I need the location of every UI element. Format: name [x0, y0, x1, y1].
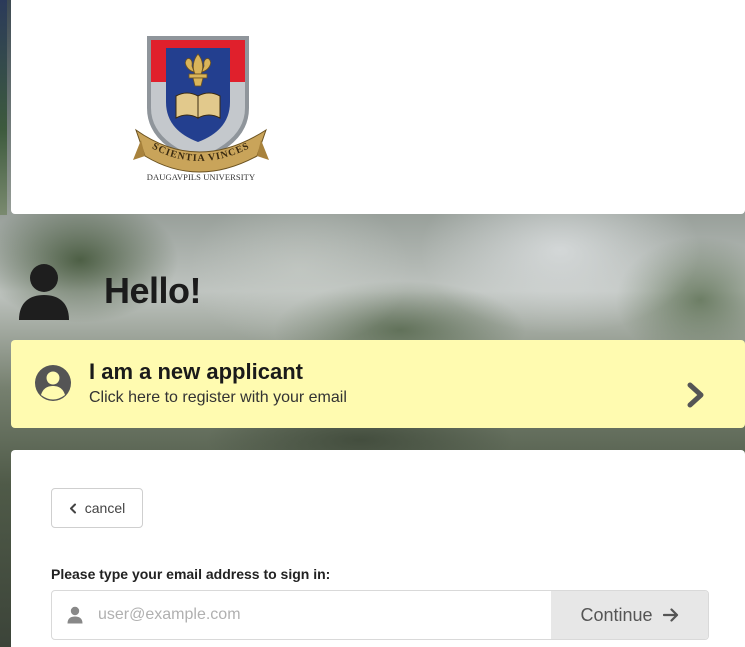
university-name: DAUGAVPILS UNIVERSITY: [146, 172, 256, 182]
university-logo: SCIENTIA VINCES: [131, 32, 271, 190]
new-applicant-button[interactable]: I am a new applicant Click here to regis…: [11, 340, 745, 428]
signin-form: cancel Please type your email address to…: [11, 450, 745, 647]
background-edge: [0, 0, 7, 215]
logo-header: SCIENTIA VINCES DAUGAVPILS UNIVERSITY: [11, 0, 745, 214]
user-icon: [67, 606, 83, 624]
email-user-icon-wrap: [52, 591, 98, 639]
cancel-button[interactable]: cancel: [51, 488, 143, 528]
greeting-title: Hello!: [104, 270, 202, 311]
applicant-subtitle: Click here to register with your email: [89, 389, 347, 406]
continue-button[interactable]: Continue: [551, 591, 708, 639]
person-silhouette-icon: [19, 264, 69, 320]
email-input[interactable]: [98, 591, 551, 639]
chevron-left-icon: [69, 503, 76, 513]
cancel-label: cancel: [84, 500, 126, 516]
user-circle-icon: [35, 365, 71, 401]
email-prompt: Please type your email address to sign i…: [51, 566, 331, 582]
continue-label: Continue: [580, 604, 653, 625]
applicant-title: I am a new applicant: [89, 359, 303, 384]
email-input-group: Continue: [51, 590, 709, 640]
university-crest-icon: SCIENTIA VINCES: [133, 36, 269, 173]
arrow-right-icon: [662, 608, 678, 622]
chevron-right-icon: [687, 382, 704, 408]
